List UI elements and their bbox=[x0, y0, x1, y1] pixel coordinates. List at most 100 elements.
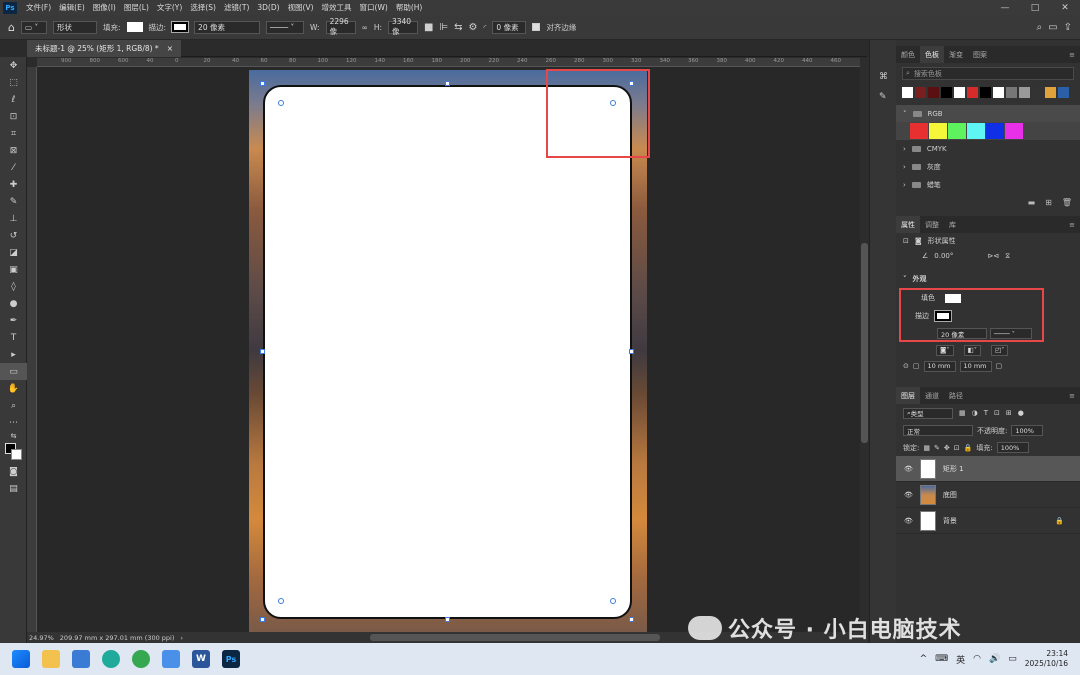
menu-view[interactable]: 视图(V) bbox=[284, 2, 318, 13]
rgb-swatch[interactable] bbox=[910, 123, 928, 139]
swatch[interactable] bbox=[967, 87, 978, 98]
tab-gradients[interactable]: 渐变 bbox=[944, 46, 968, 63]
menu-image[interactable]: 图像(I) bbox=[89, 2, 120, 13]
blend-mode-select[interactable]: 正常 bbox=[903, 425, 973, 436]
wifi-icon[interactable]: ◠ bbox=[973, 654, 981, 664]
stamp-tool-icon[interactable]: ⊥ bbox=[0, 210, 27, 227]
lock-all-icon[interactable]: 🔒 bbox=[964, 444, 973, 452]
fill-swatch[interactable] bbox=[126, 22, 143, 32]
layer-row-background[interactable]: 👁 背景 🔒 bbox=[896, 508, 1080, 534]
dodge-tool-icon[interactable]: ● bbox=[0, 295, 27, 312]
tab-paths[interactable]: 路径 bbox=[944, 387, 968, 404]
swatch[interactable] bbox=[928, 87, 939, 98]
tab-patterns[interactable]: 图案 bbox=[968, 46, 992, 63]
chrome-icon[interactable] bbox=[132, 650, 150, 668]
comments-panel-icon[interactable]: ✎ bbox=[879, 92, 887, 102]
swatch-group-cmyk[interactable]: › CMYK bbox=[896, 140, 1080, 158]
eye-icon[interactable]: 👁 bbox=[904, 517, 913, 525]
gradient-tool-icon[interactable]: ▣ bbox=[0, 261, 27, 278]
file-explorer-icon[interactable] bbox=[42, 650, 60, 668]
gear-icon[interactable]: ⚙ bbox=[469, 22, 478, 33]
flip-horizontal-icon[interactable]: ⊳⊲ bbox=[987, 252, 999, 260]
transform-handle-mr[interactable] bbox=[629, 349, 634, 354]
tab-channels[interactable]: 通道 bbox=[920, 387, 944, 404]
menu-window[interactable]: 窗口(W) bbox=[356, 2, 392, 13]
photoshop-taskbar-icon[interactable]: Ps bbox=[222, 650, 240, 668]
swatch-group-rgb[interactable]: ˅ RGB bbox=[896, 105, 1080, 122]
menu-filter[interactable]: 滤镜(T) bbox=[220, 2, 253, 13]
document-tab[interactable]: 未标题-1 @ 25% (矩形 1, RGB/8) * × bbox=[27, 40, 181, 57]
link-icon[interactable]: ∞ bbox=[362, 23, 368, 32]
transform-handle-ml[interactable] bbox=[260, 349, 265, 354]
rounded-rectangle-shape[interactable] bbox=[263, 85, 632, 619]
vertical-scroll-thumb[interactable] bbox=[861, 243, 868, 443]
swatch-search-input[interactable]: ⌕ 搜索色板 bbox=[902, 67, 1074, 80]
tab-adjustments[interactable]: 调整 bbox=[920, 216, 944, 233]
close-button[interactable]: ✕ bbox=[1050, 3, 1080, 13]
height-field[interactable]: 3340 像 bbox=[387, 17, 418, 36]
swatch[interactable] bbox=[954, 87, 965, 98]
swatch[interactable] bbox=[993, 87, 1004, 98]
path-arrange-icon[interactable]: ⇆ bbox=[454, 22, 462, 33]
maximize-button[interactable]: □ bbox=[1020, 3, 1050, 13]
swatch-group-pastel[interactable]: › 蜡笔 bbox=[896, 176, 1080, 194]
canvas-vertical-scrollbar[interactable] bbox=[860, 58, 869, 632]
transform-handle-br[interactable] bbox=[629, 617, 634, 622]
tool-preset-picker[interactable]: ▭ ˅ bbox=[20, 20, 47, 34]
rgb-swatch[interactable] bbox=[986, 123, 1004, 139]
filter-pixel-icon[interactable]: ▦ bbox=[959, 409, 966, 417]
search-icon[interactable]: ⌕ bbox=[1037, 22, 1043, 33]
menu-plugins[interactable]: 增效工具 bbox=[318, 2, 356, 13]
swatch[interactable] bbox=[915, 87, 926, 98]
background-color[interactable] bbox=[11, 449, 22, 460]
minimize-button[interactable]: — bbox=[990, 3, 1020, 13]
swatch[interactable] bbox=[980, 87, 991, 98]
filter-adjust-icon[interactable]: ◑ bbox=[972, 409, 978, 417]
lasso-tool-icon[interactable]: ℓ bbox=[0, 91, 27, 108]
swatch[interactable] bbox=[941, 87, 952, 98]
fill-percent-field[interactable]: 100% bbox=[996, 442, 1029, 453]
healing-tool-icon[interactable]: ✚ bbox=[0, 176, 27, 193]
tab-layers[interactable]: 图层 bbox=[896, 387, 920, 404]
swatch[interactable] bbox=[902, 87, 913, 98]
tab-libraries[interactable]: 库 bbox=[944, 216, 961, 233]
bird-app-icon[interactable] bbox=[162, 650, 180, 668]
swatch-group-grayscale[interactable]: › 灰度 bbox=[896, 158, 1080, 176]
stroke-type-select[interactable]: ──── ˅ bbox=[266, 20, 305, 34]
mode-select[interactable]: 形状 bbox=[52, 20, 97, 34]
screen-mode-icon[interactable]: ▤ bbox=[0, 480, 27, 497]
swatch[interactable] bbox=[1019, 87, 1030, 98]
corner-radius-1[interactable]: 10 mm bbox=[923, 360, 956, 372]
menu-layer[interactable]: 图层(L) bbox=[120, 2, 153, 13]
brush-tool-icon[interactable]: ✎ bbox=[0, 193, 27, 210]
flip-vertical-icon[interactable]: ⧖ bbox=[1005, 252, 1010, 261]
filter-type-icon[interactable]: T bbox=[984, 409, 988, 417]
hand-tool-icon[interactable]: ✋ bbox=[0, 380, 27, 397]
corner-radius-control-tl[interactable] bbox=[278, 100, 284, 106]
eyedropper-tool-icon[interactable]: ⁄ bbox=[0, 159, 27, 176]
menu-file[interactable]: 文件(F) bbox=[22, 2, 55, 13]
rgb-swatch[interactable] bbox=[967, 123, 985, 139]
rgb-swatch[interactable] bbox=[1005, 123, 1023, 139]
start-icon[interactable] bbox=[12, 650, 30, 668]
zoom-level[interactable]: 24.97% bbox=[29, 634, 54, 642]
blur-tool-icon[interactable]: ◊ bbox=[0, 278, 27, 295]
quick-mask-icon[interactable]: ◙ bbox=[0, 463, 27, 480]
filter-smart-icon[interactable]: ⊞ bbox=[1006, 409, 1012, 417]
path-ops-icon[interactable]: ■ bbox=[424, 22, 433, 33]
panel-menu-icon[interactable]: ≡ bbox=[1064, 216, 1080, 233]
crop-tool-icon[interactable]: ⌗ bbox=[0, 125, 27, 142]
move-tool-icon[interactable]: ✥ bbox=[0, 57, 27, 74]
stroke-cap-select[interactable]: ◧˅ bbox=[963, 344, 981, 356]
width-field[interactable]: 2296 像 bbox=[325, 17, 356, 36]
swatch[interactable] bbox=[1045, 87, 1056, 98]
canvas-area[interactable] bbox=[37, 67, 860, 632]
eraser-tool-icon[interactable]: ◪ bbox=[0, 244, 27, 261]
rectangle-tool-icon[interactable]: ▭ bbox=[0, 363, 27, 380]
edge-icon[interactable] bbox=[102, 650, 120, 668]
chevron-up-icon[interactable]: ^ bbox=[920, 654, 928, 664]
corner-radius-control-bl[interactable] bbox=[278, 598, 284, 604]
new-group-icon[interactable]: ▬ bbox=[1028, 198, 1036, 212]
transform-handle-bc[interactable] bbox=[445, 617, 450, 622]
layer-row-rectangle[interactable]: 👁 矩形 1 bbox=[896, 456, 1080, 482]
